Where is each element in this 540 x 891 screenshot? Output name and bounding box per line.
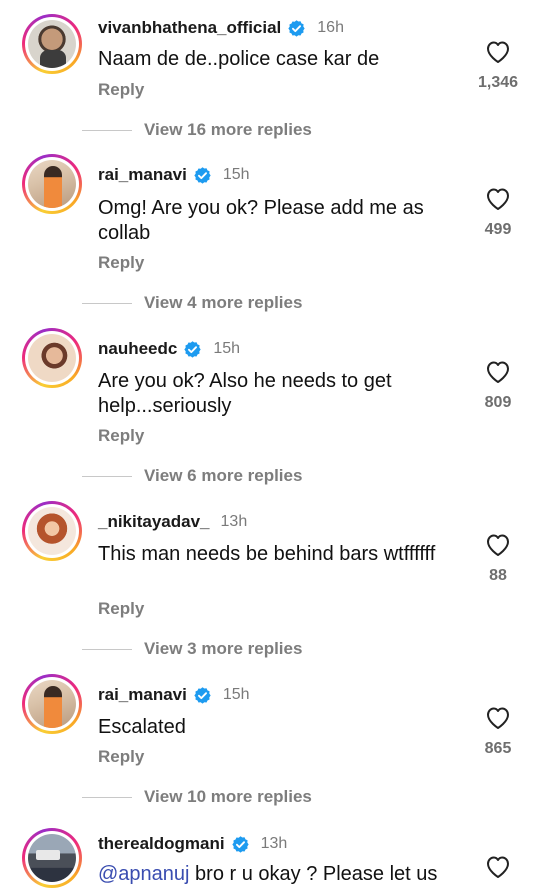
story-ring-avatar[interactable] xyxy=(22,501,82,561)
heart-outline-icon[interactable] xyxy=(485,706,511,730)
heart-outline-icon[interactable] xyxy=(485,40,511,64)
avatar xyxy=(28,334,76,382)
heart-outline-icon[interactable] xyxy=(485,360,511,384)
reply-button[interactable]: Reply xyxy=(98,599,144,619)
verified-badge-icon xyxy=(231,835,250,854)
mention-link[interactable]: @apnanuj xyxy=(98,863,189,885)
view-more-replies[interactable]: View 6 more replies xyxy=(82,466,302,486)
username[interactable]: _nikitayadav_ xyxy=(98,512,210,532)
avatar xyxy=(28,680,76,728)
story-ring-avatar[interactable] xyxy=(22,328,82,388)
divider xyxy=(82,475,132,477)
comment-text: @apnanuj bro r u okay ? Please let us xyxy=(98,863,438,885)
divider xyxy=(82,648,132,650)
story-ring-avatar[interactable] xyxy=(22,828,82,888)
reply-button[interactable]: Reply xyxy=(98,80,144,100)
verified-badge-icon xyxy=(193,166,212,185)
avatar xyxy=(28,20,76,68)
like-count: 88 xyxy=(489,567,507,584)
like-control[interactable]: 499 xyxy=(476,187,520,239)
divider xyxy=(82,302,132,304)
comment-time: 15h xyxy=(222,166,250,183)
divider xyxy=(82,796,132,798)
verified-badge-icon xyxy=(287,19,306,38)
like-control[interactable] xyxy=(476,855,520,879)
comment-time: 13h xyxy=(220,513,248,530)
comment-time: 16h xyxy=(317,19,344,36)
comment-text: Are you ok? Also he needs to get help...… xyxy=(98,370,392,417)
username[interactable]: nauheedc xyxy=(98,339,177,359)
like-count: 865 xyxy=(484,740,512,757)
reply-button[interactable]: Reply xyxy=(98,253,144,273)
avatar xyxy=(28,834,76,882)
like-count: 499 xyxy=(484,221,512,238)
view-more-replies[interactable]: View 3 more replies xyxy=(82,639,302,659)
story-ring-avatar[interactable] xyxy=(22,14,82,74)
avatar xyxy=(28,160,76,208)
comment-time: 15h xyxy=(222,686,250,703)
comment-text: Omg! Are you ok? Please add me as collab xyxy=(98,197,424,244)
heart-outline-icon[interactable] xyxy=(485,533,511,557)
story-ring-avatar[interactable] xyxy=(22,674,82,734)
avatar xyxy=(28,507,76,555)
comment-text: Naam de de..police case kar de xyxy=(98,48,380,70)
divider xyxy=(82,129,132,131)
view-more-replies[interactable]: View 10 more replies xyxy=(82,787,312,807)
username[interactable]: therealdogmani xyxy=(98,834,225,854)
comment-text: Escalated xyxy=(98,716,186,738)
username[interactable]: rai_manavi xyxy=(98,685,187,705)
comment-text: This man needs be behind bars wtffffff xyxy=(98,543,436,565)
verified-badge-icon xyxy=(183,340,202,359)
like-control[interactable]: 809 xyxy=(476,360,520,412)
like-control[interactable]: 1,346 xyxy=(470,40,526,92)
story-ring-avatar[interactable] xyxy=(22,154,82,214)
username[interactable]: rai_manavi xyxy=(98,165,187,185)
like-control[interactable]: 88 xyxy=(476,533,520,585)
reply-button[interactable]: Reply xyxy=(98,426,144,446)
view-more-replies[interactable]: View 16 more replies xyxy=(82,120,312,140)
username[interactable]: vivanbhathena_official xyxy=(98,18,281,38)
reply-button[interactable]: Reply xyxy=(98,747,144,767)
like-control[interactable]: 865 xyxy=(476,706,520,758)
view-more-replies[interactable]: View 4 more replies xyxy=(82,293,302,313)
verified-badge-icon xyxy=(193,686,212,705)
heart-outline-icon[interactable] xyxy=(485,855,511,879)
comment-time: 15h xyxy=(213,340,241,357)
like-count: 1,346 xyxy=(477,74,519,91)
comment-time: 13h xyxy=(260,835,288,852)
heart-outline-icon[interactable] xyxy=(485,187,511,211)
like-count: 809 xyxy=(484,394,512,411)
